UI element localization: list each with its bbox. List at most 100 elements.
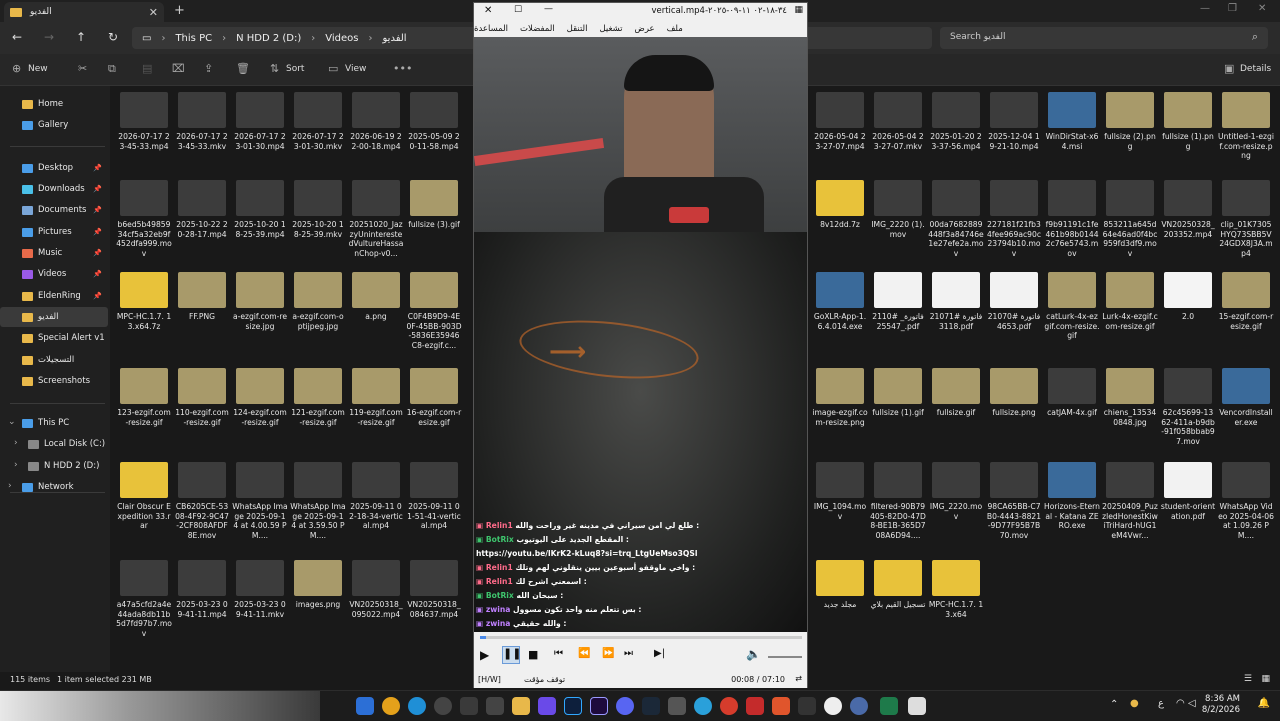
breadcrumb-this-pc[interactable]: This PC — [175, 33, 212, 44]
copy-icon[interactable]: ⧉ — [108, 62, 116, 76]
file-item[interactable]: 62c45699-13 62-411a-b9db-91f058bbab97.mo… — [1160, 368, 1216, 446]
file-item[interactable]: 2026-07-17 23-45-33.mp4 — [116, 92, 172, 151]
file-item[interactable]: 2025-03-23 09-41-11.mkv — [232, 560, 288, 619]
new-button[interactable]: New — [28, 64, 48, 74]
new-tab-icon[interactable]: + — [174, 3, 185, 18]
file-item[interactable]: 227181f21fb3 4fee969ac90c 23794b10.mov — [986, 180, 1042, 258]
file-item[interactable]: a.png — [348, 272, 404, 322]
audio-switch-icon[interactable]: ⇄ — [795, 674, 802, 683]
app-icon[interactable] — [668, 697, 686, 715]
file-item[interactable]: fullsize (1).gif — [870, 368, 926, 418]
tray-app-icon[interactable]: ● — [1130, 698, 1139, 709]
stop-icon[interactable]: ■ — [528, 648, 538, 661]
rewind-icon[interactable]: ⏪ — [578, 648, 590, 659]
notification-icon[interactable]: 🔔 — [1258, 698, 1270, 709]
file-item[interactable]: IMG_2220 (1).mov — [870, 180, 926, 239]
delete-icon[interactable]: 🗑 — [236, 62, 250, 75]
close-tab-icon[interactable]: ✕ — [149, 6, 158, 19]
next-icon[interactable]: ⏭ — [624, 648, 633, 659]
chrome-icon[interactable] — [382, 697, 400, 715]
file-item[interactable]: WhatsApp Image 2025-09-14 at 3.59.50 PM.… — [290, 462, 346, 540]
file-item[interactable]: VN20250328_203352.mp4 — [1160, 180, 1216, 239]
view-button[interactable]: View — [345, 64, 366, 74]
file-item[interactable]: Lurk-4x-ezgif.com-resize.gif — [1102, 272, 1158, 331]
refresh-icon[interactable]: ↻ — [108, 30, 118, 44]
file-item[interactable]: تسجيل القيم بلاي — [870, 560, 926, 610]
file-item[interactable]: 20251020_JazzyUninterestedVultureHassanC… — [348, 180, 404, 258]
file-item[interactable]: images.png — [290, 560, 346, 610]
language-indicator[interactable]: ع — [1158, 698, 1164, 709]
volume-icon[interactable]: 🔈 — [746, 647, 761, 661]
file-item[interactable]: Clair Obscur Expedition 33.rar — [116, 462, 172, 531]
file-item[interactable]: 2025-09-11 01-51-41-vertical.mp4 — [406, 462, 462, 531]
file-item[interactable]: Horizons-Eternal - Katana ZERO.exe — [1044, 462, 1100, 531]
sidebar-item[interactable]: Videos 📌 — [0, 264, 108, 284]
file-item[interactable]: 121-ezgif.com-resize.gif — [290, 368, 346, 427]
file-item[interactable]: 2025-12-04 19-21-10.mp4 — [986, 92, 1042, 151]
player-menu-item[interactable]: المفضلات — [520, 24, 555, 34]
sidebar-item[interactable]: Documents 📌 — [0, 200, 108, 220]
expand-chevron-icon[interactable]: › — [8, 481, 12, 491]
file-item[interactable]: catJAM-4x.gif — [1044, 368, 1100, 418]
close-window-icon[interactable]: ✕ — [1258, 3, 1266, 14]
player-menu-item[interactable]: تشغيل — [599, 24, 622, 34]
close-icon[interactable]: ✕ — [484, 5, 492, 16]
more-options-icon[interactable]: ••• — [393, 62, 412, 75]
file-item[interactable]: 98CA65BB-C7B0-4443-8821-9D77F95B7B70.mov — [986, 462, 1042, 540]
file-item[interactable]: 2026-05-04 23-27-07.mkv — [870, 92, 926, 151]
list-view-icon[interactable]: ☰ — [1244, 674, 1252, 684]
file-item[interactable]: WhatsApp Image 2025-09-14 at 4.00.59 PM.… — [232, 462, 288, 540]
seek-bar[interactable] — [480, 636, 802, 639]
file-item[interactable]: IMG_2220.mov — [928, 462, 984, 521]
file-item[interactable]: 2026-07-17 23-45-33.mkv — [174, 92, 230, 151]
maximize-icon[interactable]: ☐ — [514, 5, 522, 15]
file-item[interactable]: clip_01K7305HYQ73SBB5V24GDX8J3A.mp4 — [1218, 180, 1274, 258]
file-item[interactable]: 16-ezgif.com-resize.gif — [406, 368, 462, 427]
app-icon[interactable] — [460, 697, 478, 715]
sidebar-item[interactable]: Gallery — [0, 115, 108, 135]
file-item[interactable]: chiens_13534 0848.jpg — [1102, 368, 1158, 427]
file-item[interactable]: فاتورة_ #211025547_.pdf — [870, 272, 926, 331]
minimize-icon[interactable]: — — [544, 4, 553, 14]
mpc-hc-icon[interactable] — [908, 697, 926, 715]
file-item[interactable]: VN20250318_084637.mp4 — [406, 560, 462, 619]
sidebar-item[interactable]: Music 📌 — [0, 243, 108, 263]
file-item[interactable]: IMG_1094.mov — [812, 462, 868, 521]
explorer-tab[interactable]: الفديو ✕ — [4, 2, 164, 22]
file-item[interactable]: fullsize (1).png — [1160, 92, 1216, 151]
file-item[interactable]: 2026-07-17 23-01-30.mp4 — [232, 92, 288, 151]
breadcrumb-drive[interactable]: N HDD 2 (D:) — [236, 33, 301, 44]
sort-button[interactable]: Sort — [286, 64, 304, 74]
paste-icon[interactable]: ▤ — [142, 62, 152, 75]
sidebar-item[interactable]: Special Alert v1 — [0, 328, 108, 348]
file-item[interactable]: a47a5cfd2a4e 44ada8db11b 5d7fd97b7.mov — [116, 560, 172, 638]
file-item[interactable]: fullsize (2).png — [1102, 92, 1158, 151]
file-item[interactable]: 123-ezgif.com-resize.gif — [116, 368, 172, 427]
file-item[interactable]: 2025-09-11 02-18-34-vertical.mp4 — [348, 462, 404, 531]
file-explorer-icon[interactable] — [512, 697, 530, 715]
file-item[interactable]: 2.0 — [1160, 272, 1216, 322]
file-item[interactable]: 2025-10-20 18-25-39.mkv — [290, 180, 346, 239]
file-item[interactable]: GoXLR-App-1.6.4.014.exe — [812, 272, 868, 331]
file-item[interactable]: VN20250318_095022.mp4 — [348, 560, 404, 619]
player-menu-item[interactable]: المساعدة — [474, 24, 508, 34]
sidebar-item[interactable]: التسجيلات — [0, 350, 108, 370]
file-item[interactable]: b6ed5b49859 34cf5a32eb9f 452dfa999.mov — [116, 180, 172, 258]
file-item[interactable]: FF.PNG — [174, 272, 230, 322]
search-input[interactable]: Search الفديو ⌕ — [940, 27, 1268, 49]
maximize-icon[interactable]: ❐ — [1228, 3, 1237, 14]
sidebar-item[interactable]: Home — [0, 94, 108, 114]
file-item[interactable]: مجلد جديد — [812, 560, 868, 610]
sidebar-item[interactable]: Screenshots — [0, 371, 108, 391]
rename-icon[interactable]: ⌧ — [172, 62, 185, 75]
telegram-icon[interactable] — [694, 697, 712, 715]
file-item[interactable]: student-orientation.pdf — [1160, 462, 1216, 521]
file-item[interactable]: 2025-05-09 20-11-58.mp4 — [406, 92, 462, 151]
file-item[interactable]: filtered-90B79405-82D0-47D8-BE1B-365D708… — [870, 462, 926, 540]
details-button[interactable]: Details — [1240, 64, 1271, 74]
media-icon[interactable] — [538, 697, 556, 715]
file-item[interactable]: WinDirStat-x64.msi — [1044, 92, 1100, 151]
player-menu-item[interactable]: عرض — [635, 24, 655, 34]
file-item[interactable]: a-ezgif.com-resize.jpg — [232, 272, 288, 331]
file-item[interactable]: fullsize (3).gif — [406, 180, 462, 230]
